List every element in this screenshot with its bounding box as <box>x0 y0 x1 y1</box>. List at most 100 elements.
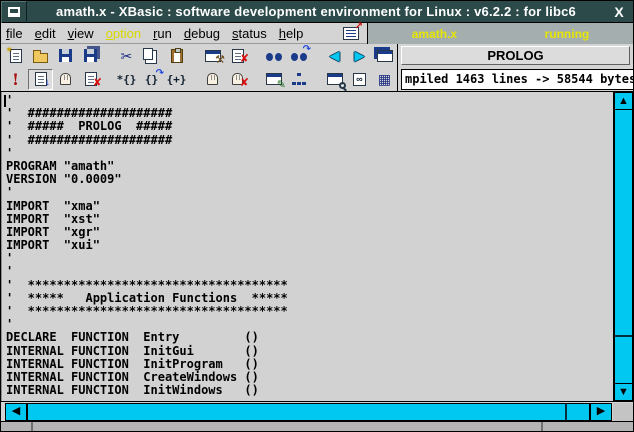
pause-program-icon-glyph <box>60 73 71 85</box>
clear-breakpoints-icon[interactable]: ✘ <box>225 69 250 90</box>
scroll-up-button[interactable]: ▲ <box>614 92 633 110</box>
find-icon[interactable] <box>261 45 286 66</box>
horizontal-scrollbar[interactable]: ◀ ▶ <box>1 401 633 421</box>
paste-icon[interactable] <box>164 45 189 66</box>
save-file-icon[interactable] <box>53 45 78 66</box>
code-line: ' ************************************ <box>6 279 613 292</box>
section-panel: PROLOG <box>397 44 633 67</box>
code-line: ' <box>6 252 613 265</box>
code-line: IMPORT "xui" <box>6 239 613 252</box>
vertical-scrollbar-track[interactable] <box>614 110 633 383</box>
run-program-icon[interactable]: ! <box>3 69 28 90</box>
red-arrow-decoration: ↗ <box>355 21 363 32</box>
code-line: DECLARE FUNCTION Entry () <box>6 331 613 344</box>
window-titlebar[interactable]: amath.x - XBasic : software development … <box>1 1 633 23</box>
resize-strip[interactable] <box>1 421 633 431</box>
menu-item-file[interactable]: file <box>6 26 23 41</box>
step-over-icon[interactable]: {}↷ <box>139 69 164 90</box>
inspect-window-icon-overlay <box>339 82 346 89</box>
navigate-forward-icon[interactable]: ▶ <box>347 45 372 66</box>
menu-item-help[interactable]: help <box>279 26 304 41</box>
new-file-icon-overlay: ✶ <box>5 46 13 56</box>
abort-run-icon[interactable]: ✘ <box>78 69 103 90</box>
code-line: ' ##### PROLOG ##### <box>6 120 613 133</box>
up-arrow-icon: ▲ <box>618 96 629 107</box>
window-menu-icon <box>8 7 20 17</box>
step-into-icon-glyph: *{} <box>117 73 137 86</box>
code-line: INTERNAL FUNCTION InitProgram () <box>6 358 613 371</box>
code-line: VERSION "0.0009" <box>6 173 613 186</box>
copy-icon[interactable] <box>139 45 164 66</box>
compile-status-field[interactable]: mpiled 1463 lines -> 58544 bytes <box>401 69 634 90</box>
cascade-windows-icon-glyph <box>377 50 393 62</box>
cut-icon-glyph: ✂ <box>121 49 133 63</box>
navigate-back-icon[interactable]: ◀ <box>322 45 347 66</box>
menu-item-run[interactable]: run <box>153 26 172 41</box>
compile-status-panel: mpiled 1463 lines -> 58544 bytes ▼ <box>397 67 634 91</box>
code-line: ' <box>6 147 613 160</box>
code-line: INTERNAL FUNCTION InitGui () <box>6 345 613 358</box>
menu-bar: file edit view option run debug status help ↗ am… <box>1 23 633 44</box>
section-indicator[interactable]: PROLOG <box>401 46 630 65</box>
vertical-scrollbar-thumb[interactable] <box>615 110 632 337</box>
inspect-window-icon[interactable] <box>322 69 347 90</box>
breakpoint-hand-icon[interactable] <box>200 69 225 90</box>
list-view-icon[interactable]: ▦ <box>372 69 397 90</box>
save-all-icon[interactable] <box>78 45 103 66</box>
program-name: amath.x <box>412 27 457 41</box>
left-arrow-icon: ◀ <box>12 406 20 417</box>
step-out-icon[interactable]: {+} <box>164 69 189 90</box>
scroll-left-button[interactable]: ◀ <box>5 403 27 421</box>
scroll-right-button[interactable]: ▶ <box>590 403 612 421</box>
pause-program-icon[interactable] <box>53 69 78 90</box>
code-line: ' <box>6 265 613 278</box>
text-cursor <box>4 95 6 107</box>
code-line: ' ************************************ <box>6 305 613 318</box>
run-state-badge: running <box>545 27 590 41</box>
editor-area: '' ####################' ##### PROLOG ##… <box>1 92 633 401</box>
toolbar-row-1: ✶ ✂ ⚒✘ ↷ ◀ ▶ PROLOG <box>1 44 633 67</box>
scrollbar-corner <box>613 403 633 421</box>
close-button[interactable]: X <box>605 4 633 20</box>
build-icon[interactable]: ⚒ <box>200 45 225 66</box>
program-status-panel: amath.x running <box>367 23 633 44</box>
edit-window-icon[interactable]: ✎ <box>261 69 286 90</box>
menu-item-status[interactable]: status <box>232 26 267 41</box>
compile-status-text: mpiled 1463 lines -> 58544 bytes <box>405 72 634 86</box>
navigate-back-icon-glyph: ◀ <box>330 48 340 64</box>
step-out-icon-glyph: {+} <box>167 73 187 86</box>
function-tree-icon[interactable] <box>286 69 311 90</box>
window-menu-button[interactable] <box>1 1 27 23</box>
step-over-icon-overlay: ↷ <box>156 69 164 79</box>
delete-text-icon[interactable]: ✘ <box>225 45 250 66</box>
horizontal-scrollbar-thumb[interactable] <box>28 404 567 420</box>
menu-item-view[interactable]: view <box>68 26 94 41</box>
menu-item-option[interactable]: option <box>106 26 141 41</box>
code-editor[interactable]: '' ####################' ##### PROLOG ##… <box>1 92 613 401</box>
scroll-down-button[interactable]: ▼ <box>614 383 633 401</box>
function-tree-icon-glyph <box>292 73 306 85</box>
detach-panel-icon[interactable]: ↗ <box>343 27 359 40</box>
code-line: IMPORT "xma" <box>6 200 613 213</box>
find-icon-glyph <box>266 53 282 62</box>
menu-item-debug[interactable]: debug <box>184 26 220 41</box>
menu-item-edit[interactable]: edit <box>35 26 56 41</box>
save-all-icon-glyph <box>84 49 97 62</box>
cut-icon[interactable]: ✂ <box>114 45 139 66</box>
save-file-icon-glyph <box>59 49 72 62</box>
run-to-cursor-icon-overlay: ↓ <box>45 78 50 88</box>
find-next-icon-overlay: ↷ <box>303 45 311 55</box>
copy-icon-glyph <box>143 48 153 60</box>
expression-watch-icon[interactable]: ∞ <box>347 69 372 90</box>
run-to-cursor-icon[interactable]: ↓ <box>28 69 53 90</box>
horizontal-scrollbar-track[interactable] <box>27 403 590 421</box>
menu-items: file edit view option run debug status help ↗ <box>1 23 367 44</box>
open-file-icon[interactable] <box>28 45 53 66</box>
step-into-icon[interactable]: *{} <box>114 69 139 90</box>
cascade-windows-icon[interactable] <box>372 45 397 66</box>
find-next-icon[interactable]: ↷ <box>286 45 311 66</box>
xbasic-window: amath.x - XBasic : software development … <box>0 0 634 432</box>
new-file-icon[interactable]: ✶ <box>3 45 28 66</box>
resize-divider <box>31 422 33 431</box>
vertical-scrollbar[interactable]: ▲ ▼ <box>613 92 633 401</box>
